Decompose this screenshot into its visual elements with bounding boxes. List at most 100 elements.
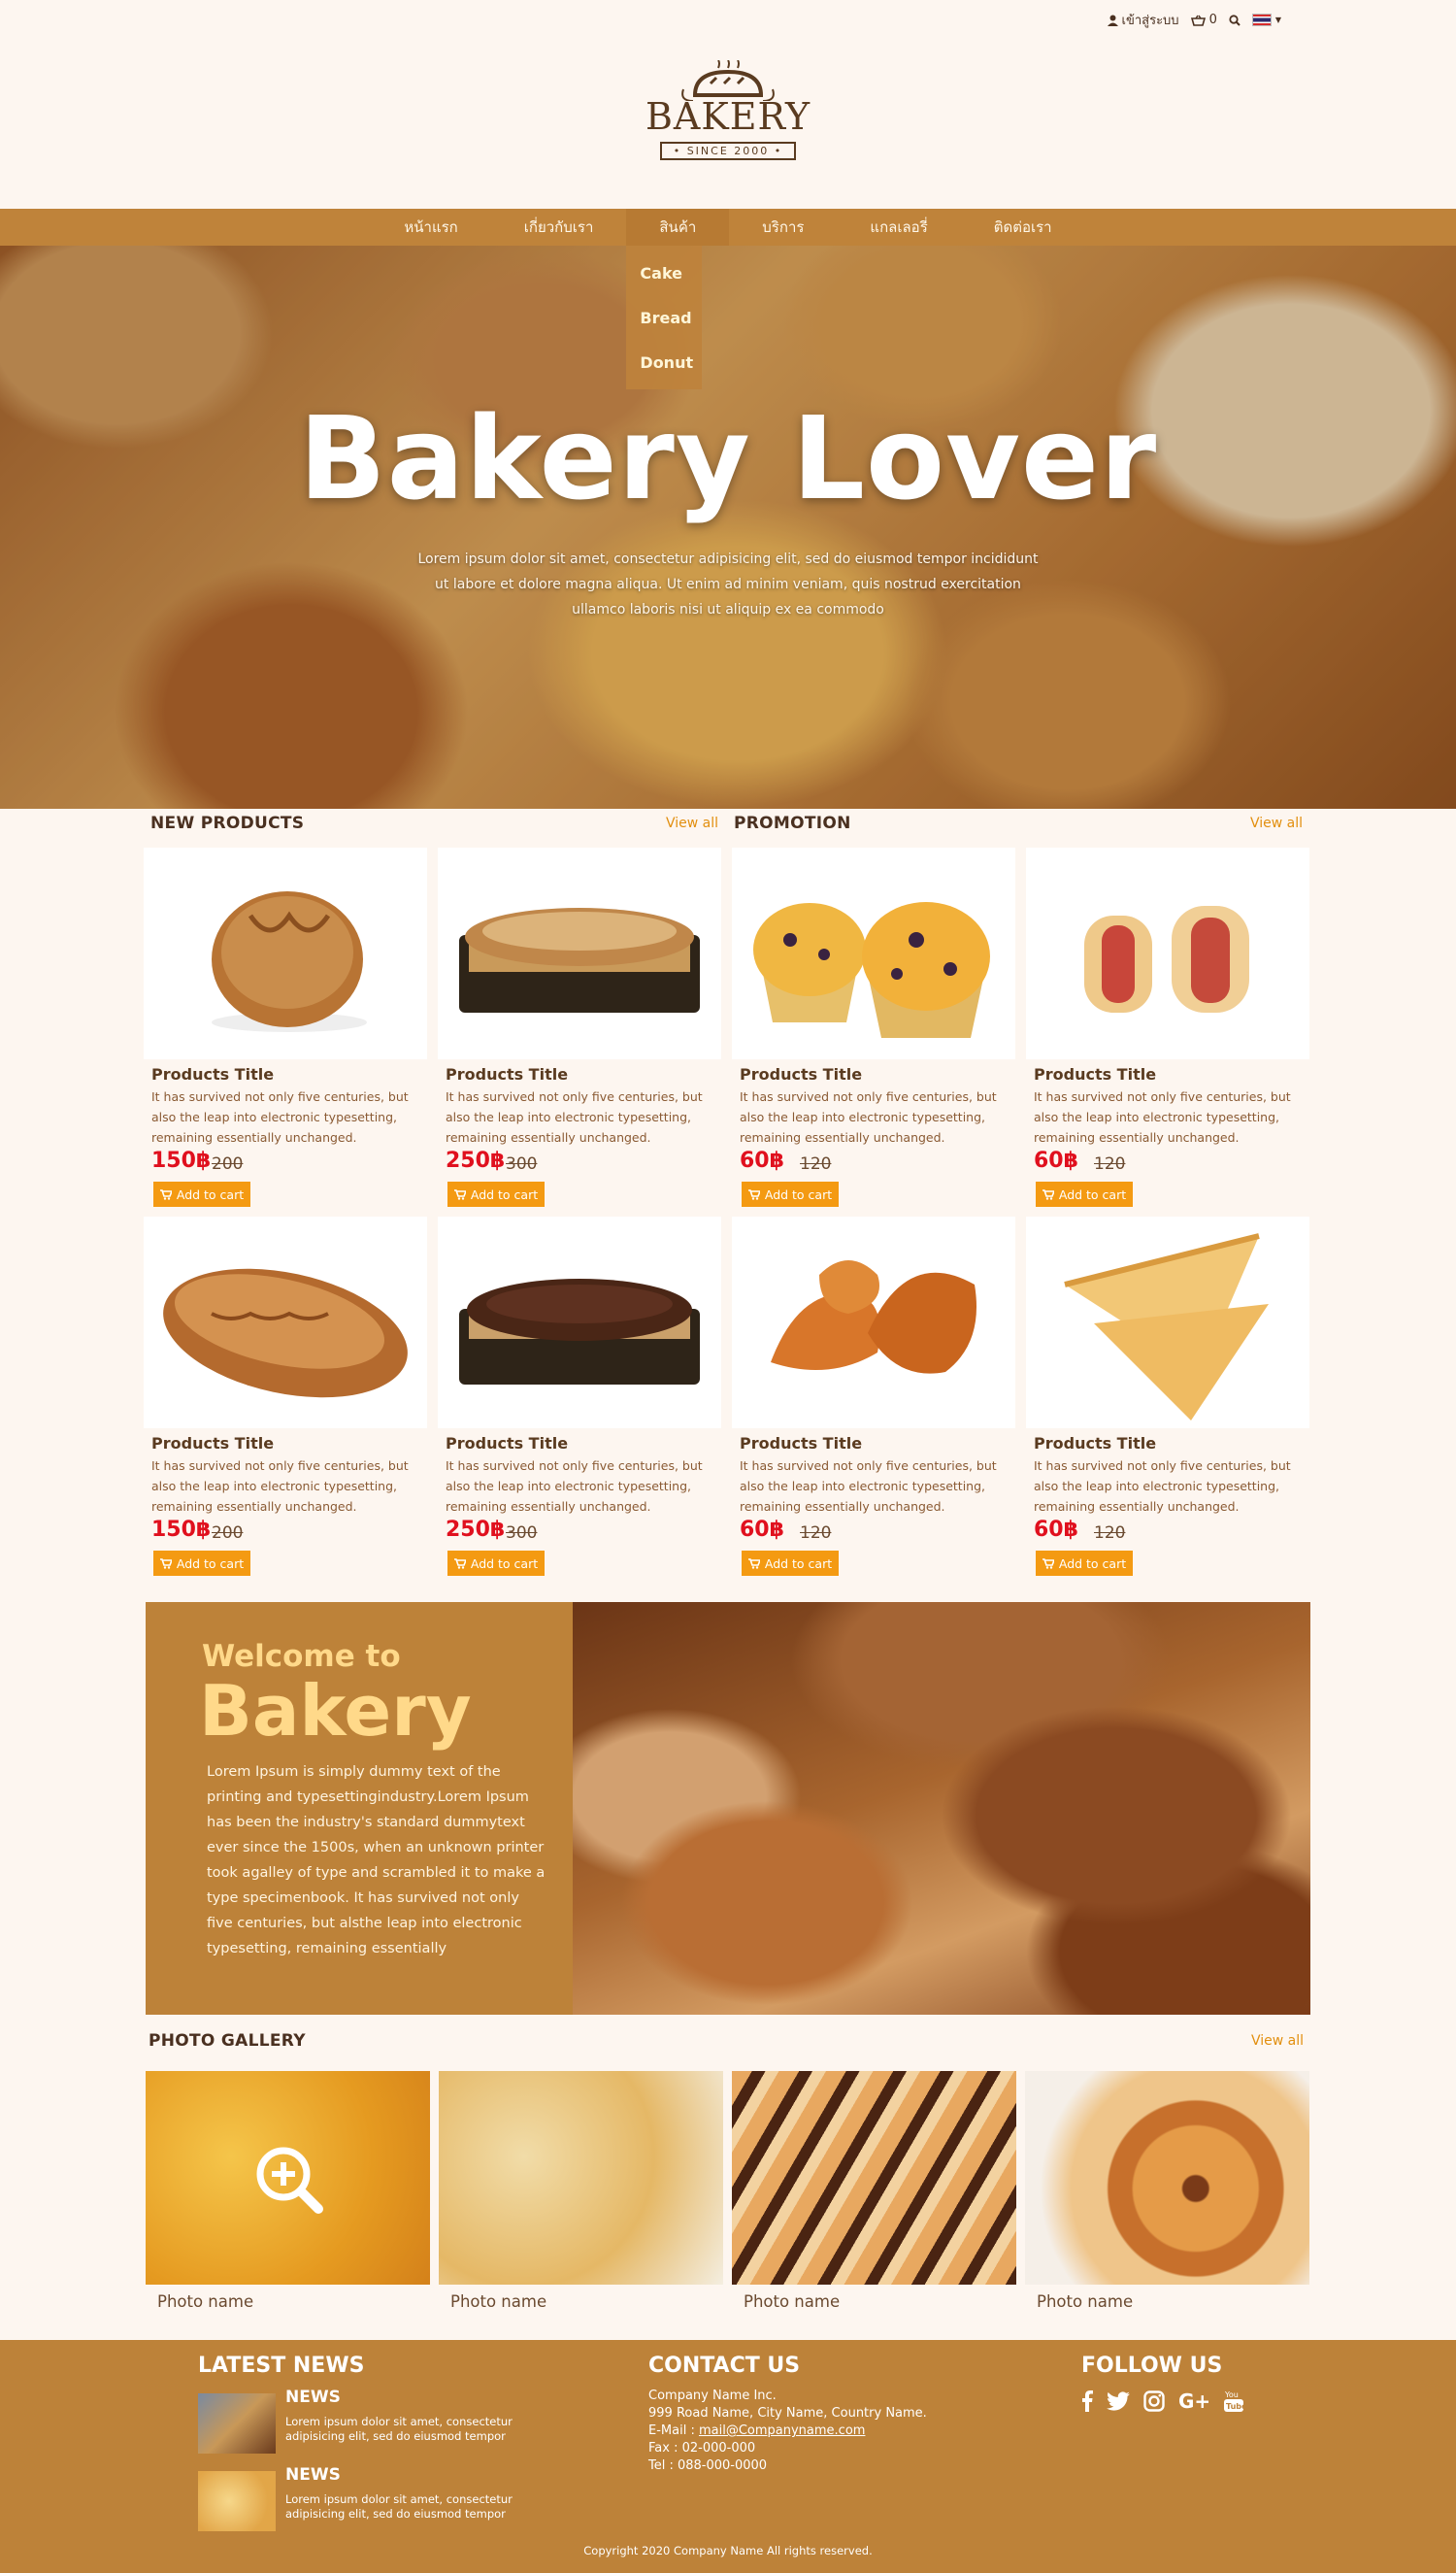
news-title[interactable]: NEWS [285, 2388, 341, 2407]
google-plus-icon[interactable]: G+ [1178, 2390, 1209, 2412]
product-image[interactable] [732, 848, 1015, 1059]
product-old-price: 300 [506, 1523, 538, 1543]
product-image[interactable] [1026, 1217, 1309, 1428]
news-item[interactable]: NEWS Lorem ipsum dolor sit amet, consect… [198, 2465, 528, 2533]
svg-text:Tube: Tube [1226, 2402, 1244, 2411]
latest-news-title: LATEST NEWS [198, 2354, 365, 2378]
add-to-cart-button[interactable]: Add to cart [447, 1551, 545, 1576]
add-to-cart-button[interactable]: Add to cart [153, 1551, 250, 1576]
add-to-cart-button[interactable]: Add to cart [1036, 1182, 1133, 1207]
dropdown-item-bread[interactable]: Bread [626, 296, 702, 341]
product-title[interactable]: Products Title [1034, 1434, 1156, 1453]
zoom-icon[interactable] [250, 2141, 328, 2219]
email-label: E-Mail : [648, 2423, 695, 2438]
product-card[interactable]: Products Title It has survived not only … [438, 1217, 721, 1586]
gallery-item[interactable]: Photo name [439, 2071, 723, 2314]
site-logo[interactable]: BAKERY • SINCE 2000 • [645, 60, 811, 186]
product-title[interactable]: Products Title [151, 1434, 274, 1453]
gallery-item[interactable]: Photo name [146, 2071, 430, 2314]
product-title[interactable]: Products Title [1034, 1065, 1156, 1084]
follow-column: FOLLOW US G+ You Tube [1081, 2354, 1295, 2413]
product-title[interactable]: Products Title [740, 1065, 862, 1084]
new-products-title: NEW PRODUCTS [150, 814, 305, 833]
product-title[interactable]: Products Title [740, 1434, 862, 1453]
gallery-image[interactable] [1025, 2071, 1309, 2285]
add-to-cart-button[interactable]: Add to cart [1036, 1551, 1133, 1576]
gallery-image[interactable] [439, 2071, 723, 2285]
instagram-icon[interactable] [1143, 2390, 1165, 2412]
gallery-item[interactable]: Photo name [732, 2071, 1016, 2314]
promotion-view-all-link[interactable]: View all [1250, 816, 1303, 831]
product-price: 250฿ [446, 1149, 506, 1173]
promotion-header: PROMOTION View all [734, 814, 1303, 833]
news-title[interactable]: NEWS [285, 2465, 341, 2485]
product-card[interactable]: Products Title It has survived not only … [1026, 848, 1309, 1217]
twitter-icon[interactable] [1107, 2391, 1130, 2411]
product-image[interactable] [144, 848, 427, 1059]
email-link[interactable]: mail@Companyname.com [699, 2423, 865, 2438]
gallery-photo-name: Photo name [157, 2292, 254, 2311]
add-to-cart-label: Add to cart [1058, 1555, 1127, 1571]
add-to-cart-button[interactable]: Add to cart [153, 1182, 250, 1207]
product-card[interactable]: Products Title It has survived not only … [1026, 1217, 1309, 1586]
dropdown-item-cake[interactable]: Cake [626, 251, 702, 296]
dropdown-item-donut[interactable]: Donut [626, 341, 702, 385]
nav-gallery[interactable]: แกลเลอรี่ [837, 209, 960, 246]
product-image[interactable] [438, 1217, 721, 1428]
language-selector[interactable]: ▼ [1251, 14, 1281, 26]
nav-about[interactable]: เกี่ยวกับเรา [491, 209, 627, 246]
thai-flag-icon [1251, 14, 1272, 26]
nav-services[interactable]: บริการ [729, 209, 837, 246]
news-thumbnail[interactable] [198, 2393, 276, 2454]
login-link[interactable]: เข้าสู่ระบบ [1107, 10, 1179, 30]
facebook-icon[interactable] [1081, 2390, 1093, 2412]
news-description: Lorem ipsum dolor sit amet, consectetur … [285, 2415, 513, 2443]
product-card[interactable]: Products Title It has survived not only … [144, 1217, 427, 1586]
product-image[interactable] [144, 1217, 427, 1428]
social-links: G+ You Tube [1081, 2389, 1295, 2413]
product-old-price: 200 [212, 1154, 244, 1174]
gallery-item[interactable]: Photo name [1025, 2071, 1309, 2314]
add-to-cart-button[interactable]: Add to cart [447, 1182, 545, 1207]
nav-products[interactable]: สินค้า Cake Bread Donut [626, 209, 730, 389]
product-description: It has survived not only five centuries,… [151, 1089, 409, 1145]
add-to-cart-label: Add to cart [176, 1555, 245, 1571]
product-card[interactable]: Products Title It has survived not only … [438, 848, 721, 1217]
nav-contact[interactable]: ติดต่อเรา [961, 209, 1085, 246]
product-price: 60฿ [1034, 1518, 1078, 1542]
welcome-title: Bakery [199, 1670, 472, 1752]
gallery-title: PHOTO GALLERY [149, 2031, 306, 2051]
gallery-image[interactable] [146, 2071, 430, 2285]
add-to-cart-button[interactable]: Add to cart [742, 1182, 839, 1207]
product-title[interactable]: Products Title [446, 1434, 568, 1453]
product-title[interactable]: Products Title [446, 1065, 568, 1084]
follow-title: FOLLOW US [1081, 2354, 1223, 2378]
contact-column: CONTACT US Company Name Inc. 999 Road Na… [648, 2354, 978, 2475]
product-old-price: 120 [1094, 1523, 1126, 1543]
nav-products-label: สินค้า [659, 218, 697, 236]
gallery-view-all-link[interactable]: View all [1251, 2033, 1304, 2049]
product-image[interactable] [438, 848, 721, 1059]
product-image[interactable] [1026, 848, 1309, 1059]
product-image[interactable] [732, 1217, 1015, 1428]
product-card[interactable]: Products Title It has survived not only … [144, 848, 427, 1217]
contact-details: Company Name Inc. 999 Road Name, City Na… [648, 2388, 978, 2475]
product-old-price: 120 [1094, 1154, 1126, 1174]
new-products-view-all-link[interactable]: View all [666, 816, 718, 831]
login-label: เข้าสู่ระบบ [1121, 14, 1179, 28]
add-to-cart-label: Add to cart [1058, 1186, 1127, 1202]
product-card[interactable]: Products Title It has survived not only … [732, 1217, 1015, 1586]
news-item[interactable]: NEWS Lorem ipsum dolor sit amet, consect… [198, 2388, 528, 2456]
add-to-cart-button[interactable]: Add to cart [742, 1551, 839, 1576]
product-title[interactable]: Products Title [151, 1065, 274, 1084]
gallery-image[interactable] [732, 2071, 1016, 2285]
nav-home[interactable]: หน้าแรก [371, 209, 490, 246]
product-description: It has survived not only five centuries,… [151, 1458, 409, 1514]
youtube-icon[interactable]: You Tube [1223, 2389, 1244, 2413]
news-thumbnail[interactable] [198, 2471, 276, 2531]
email-line: E-Mail : mail@Companyname.com [648, 2423, 978, 2440]
company-name: Company Name Inc. [648, 2389, 777, 2403]
cart-link[interactable]: 0 [1190, 13, 1217, 27]
search-button[interactable] [1229, 14, 1241, 26]
product-card[interactable]: Products Title It has survived not only … [732, 848, 1015, 1217]
